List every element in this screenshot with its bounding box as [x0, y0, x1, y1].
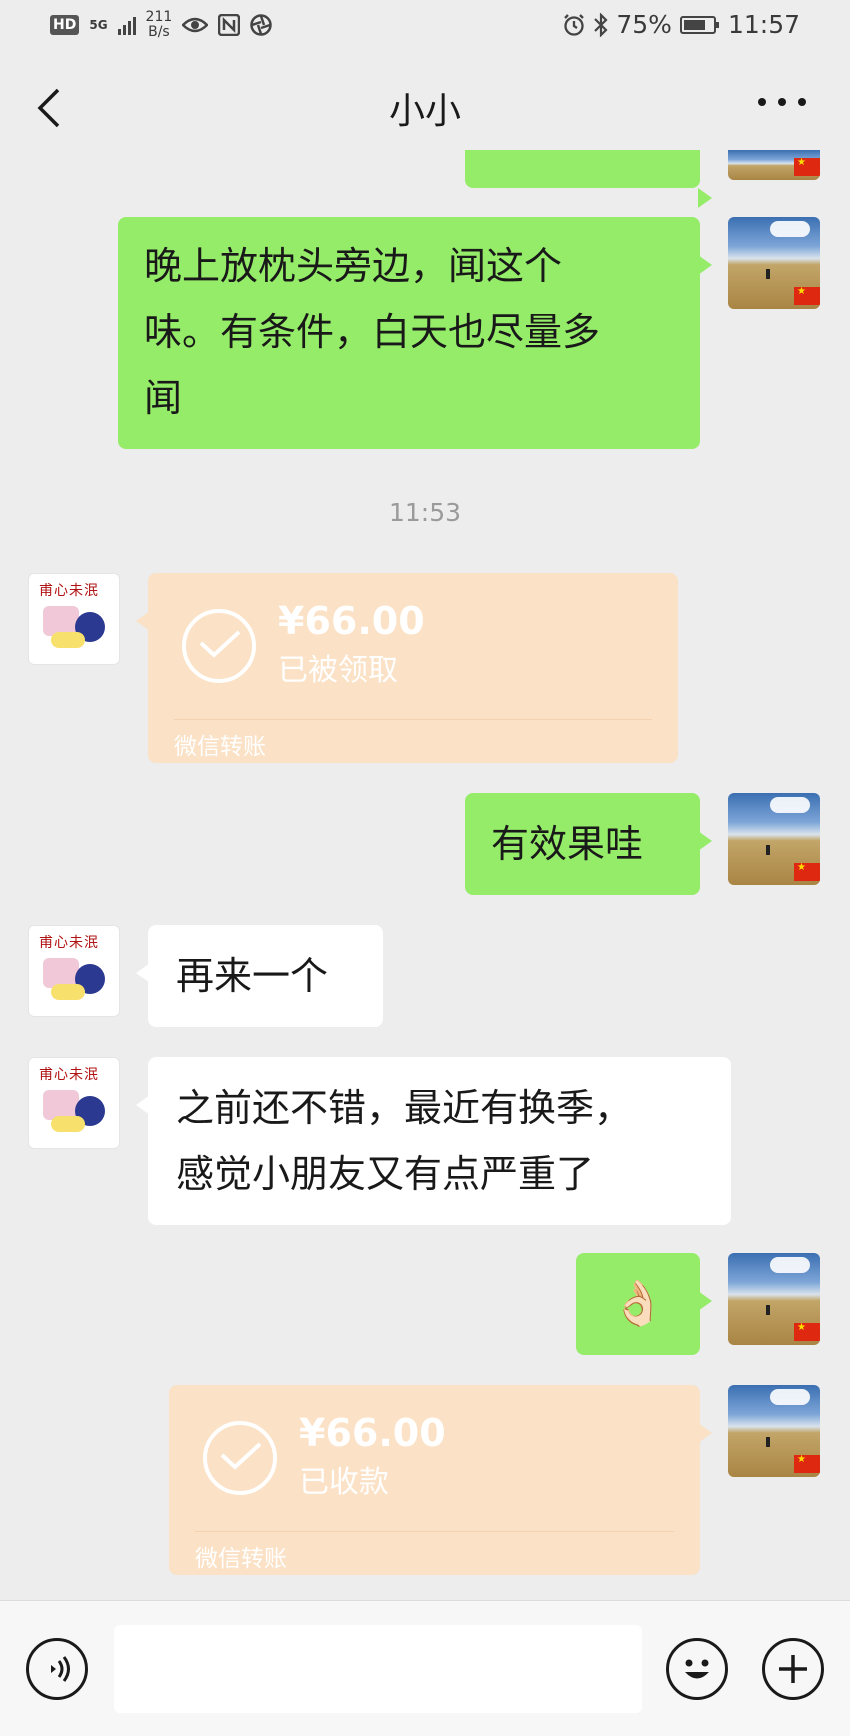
- ok-hand-icon: 👌🏻: [610, 1278, 666, 1329]
- voice-icon[interactable]: [26, 1638, 88, 1700]
- transfer-amount: ¥66.00: [278, 599, 425, 643]
- divider: [195, 1531, 674, 1532]
- message-bubble-partial[interactable]: [465, 150, 712, 208]
- signal-type: 5G: [89, 18, 108, 32]
- battery-icon: [679, 15, 719, 34]
- my-avatar[interactable]: [728, 1385, 820, 1477]
- contact-avatar[interactable]: 甫心未泯: [28, 573, 120, 665]
- message-text: 之前还不错，最近有换季，: [176, 1086, 633, 1130]
- contact-avatar[interactable]: 甫心未泯: [28, 1057, 120, 1149]
- chat-header: 小小: [0, 52, 850, 164]
- transfer-label: 微信转账: [195, 1546, 287, 1572]
- message-bubble-me[interactable]: 👌🏻: [576, 1253, 712, 1355]
- message-text: 感觉小朋友又有点严重了: [176, 1152, 595, 1196]
- emoji-icon[interactable]: [666, 1638, 728, 1700]
- alarm-icon: [564, 13, 585, 36]
- transfer-status: 已收款: [299, 1465, 389, 1500]
- transfer-card[interactable]: ¥66.00 已被领取 微信转账: [136, 573, 678, 763]
- divider: [174, 719, 652, 720]
- message-text: 闻: [144, 376, 183, 420]
- status-bar: HD 5G 211 B/s 75% 11:57: [0, 0, 850, 52]
- nfc-icon: [218, 14, 241, 36]
- message-text: 晚上放枕头旁边，闻这个: [144, 244, 563, 288]
- more-dots-icon[interactable]: [752, 82, 812, 122]
- message-bubble-other[interactable]: 再来一个: [136, 925, 383, 1027]
- my-avatar[interactable]: [728, 150, 820, 180]
- bluetooth-icon: [594, 12, 608, 37]
- timestamp: 11:53: [388, 498, 462, 527]
- transfer-card[interactable]: ¥66.00 已收款 微信转账: [169, 1385, 712, 1575]
- transfer-status: 已被领取: [278, 653, 398, 688]
- message-text: 味。有条件，白天也尽量多: [144, 310, 601, 354]
- chat-title: 小小: [388, 91, 461, 132]
- message-bubble-me[interactable]: 有效果哇: [465, 793, 712, 895]
- message-bubble-me[interactable]: 晚上放枕头旁边，闻这个 味。有条件，白天也尽量多 闻: [118, 217, 712, 449]
- check-circle-icon: [203, 1421, 277, 1495]
- aperture-icon: [250, 14, 273, 36]
- signal-bars-icon: [117, 15, 136, 35]
- eye-icon: [182, 17, 209, 33]
- message-text: 有效果哇: [491, 822, 644, 866]
- network-speed: 211 B/s: [145, 9, 173, 40]
- message-text: 再来一个: [176, 954, 329, 998]
- my-avatar[interactable]: [728, 217, 820, 309]
- hd-badge: HD: [50, 15, 80, 35]
- battery-percent: 75%: [616, 10, 672, 39]
- clock: 11:57: [727, 10, 800, 39]
- message-bubble-other[interactable]: 之前还不错，最近有换季， 感觉小朋友又有点严重了: [136, 1057, 731, 1225]
- check-circle-icon: [182, 609, 256, 683]
- contact-avatar[interactable]: 甫心未泯: [28, 925, 120, 1017]
- message-input[interactable]: [114, 1625, 642, 1713]
- input-bar: [0, 1600, 850, 1736]
- my-avatar[interactable]: [728, 1253, 820, 1345]
- transfer-label: 微信转账: [174, 734, 266, 760]
- my-avatar[interactable]: [728, 793, 820, 885]
- transfer-amount: ¥66.00: [299, 1411, 446, 1455]
- plus-icon[interactable]: [762, 1638, 824, 1700]
